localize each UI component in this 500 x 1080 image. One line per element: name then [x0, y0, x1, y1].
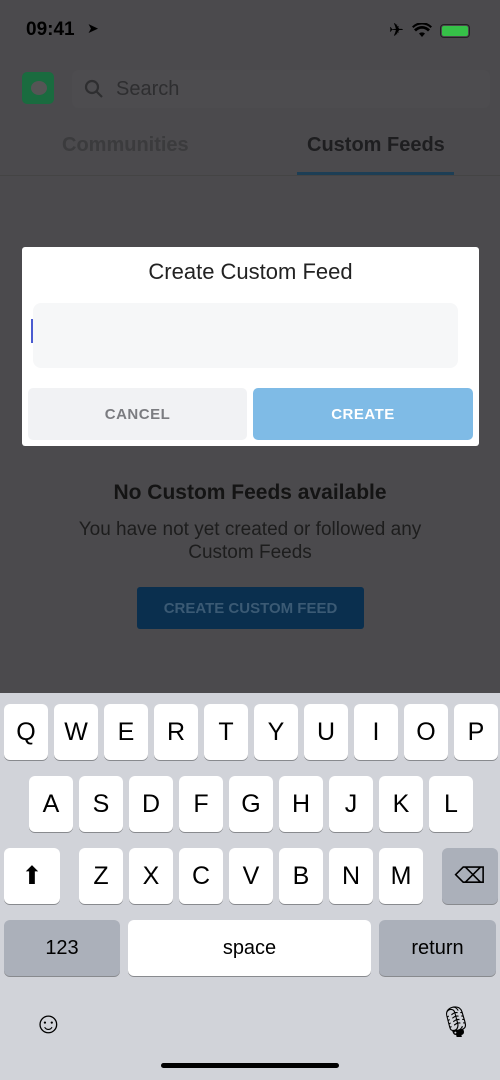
key-m[interactable]: M [379, 848, 423, 904]
status-bar: 09:41 ➤ ✈ [0, 0, 500, 60]
key-s[interactable]: S [79, 776, 123, 832]
microphone-icon[interactable]: 🎙 [437, 1005, 475, 1040]
key-v[interactable]: V [229, 848, 273, 904]
key-u[interactable]: U [304, 704, 348, 760]
key-j[interactable]: J [329, 776, 373, 832]
location-arrow-icon: ➤ [87, 20, 99, 36]
backspace-key[interactable]: ⌫ [442, 848, 498, 904]
wifi-icon [412, 23, 432, 37]
key-p[interactable]: P [454, 704, 498, 760]
key-t[interactable]: T [204, 704, 248, 760]
key-r[interactable]: R [154, 704, 198, 760]
key-h[interactable]: H [279, 776, 323, 832]
key-k[interactable]: K [379, 776, 423, 832]
key-b[interactable]: B [279, 848, 323, 904]
shift-key[interactable]: ⬆ [4, 848, 60, 904]
create-custom-feed-dialog: Create Custom Feed CANCEL CREATE [22, 247, 479, 446]
key-w[interactable]: W [54, 704, 98, 760]
key-g[interactable]: G [229, 776, 273, 832]
key-z[interactable]: Z [79, 848, 123, 904]
clock: 09:41 [26, 19, 75, 40]
key-x[interactable]: X [129, 848, 173, 904]
search-input[interactable]: Search [72, 70, 490, 108]
search-placeholder: Search [116, 77, 180, 100]
key-e[interactable]: E [104, 704, 148, 760]
empty-state-subtitle: You have not yet created or followed any… [78, 519, 422, 563]
key-y[interactable]: Y [254, 704, 298, 760]
feed-name-input[interactable] [33, 303, 458, 368]
key-l[interactable]: L [429, 776, 473, 832]
battery-charging-icon [440, 23, 470, 38]
create-button[interactable]: CREATE [253, 388, 473, 440]
tab-custom-feeds[interactable]: Custom Feeds [307, 134, 445, 157]
key-c[interactable]: C [179, 848, 223, 904]
key-f[interactable]: F [179, 776, 223, 832]
text-caret [31, 319, 33, 343]
emoji-icon[interactable]: ☺ [33, 1007, 64, 1041]
dialog-title: Create Custom Feed [148, 259, 353, 284]
return-key[interactable]: return [379, 920, 496, 976]
search-icon [84, 79, 103, 98]
app-logo[interactable] [22, 72, 54, 104]
empty-state-title: No Custom Feeds available [113, 481, 387, 504]
create-custom-feed-button[interactable]: CREATE CUSTOM FEED [137, 587, 364, 629]
divider [0, 175, 500, 176]
numbers-key[interactable]: 123 [4, 920, 120, 976]
key-n[interactable]: N [329, 848, 373, 904]
key-a[interactable]: A [29, 776, 73, 832]
key-o[interactable]: O [404, 704, 448, 760]
cancel-button[interactable]: CANCEL [28, 388, 247, 440]
key-d[interactable]: D [129, 776, 173, 832]
tab-communities[interactable]: Communities [62, 134, 189, 157]
key-q[interactable]: Q [4, 704, 48, 760]
key-i[interactable]: I [354, 704, 398, 760]
space-key[interactable]: space [128, 920, 371, 976]
home-indicator[interactable] [161, 1063, 339, 1068]
airplane-icon: ✈ [388, 20, 404, 40]
